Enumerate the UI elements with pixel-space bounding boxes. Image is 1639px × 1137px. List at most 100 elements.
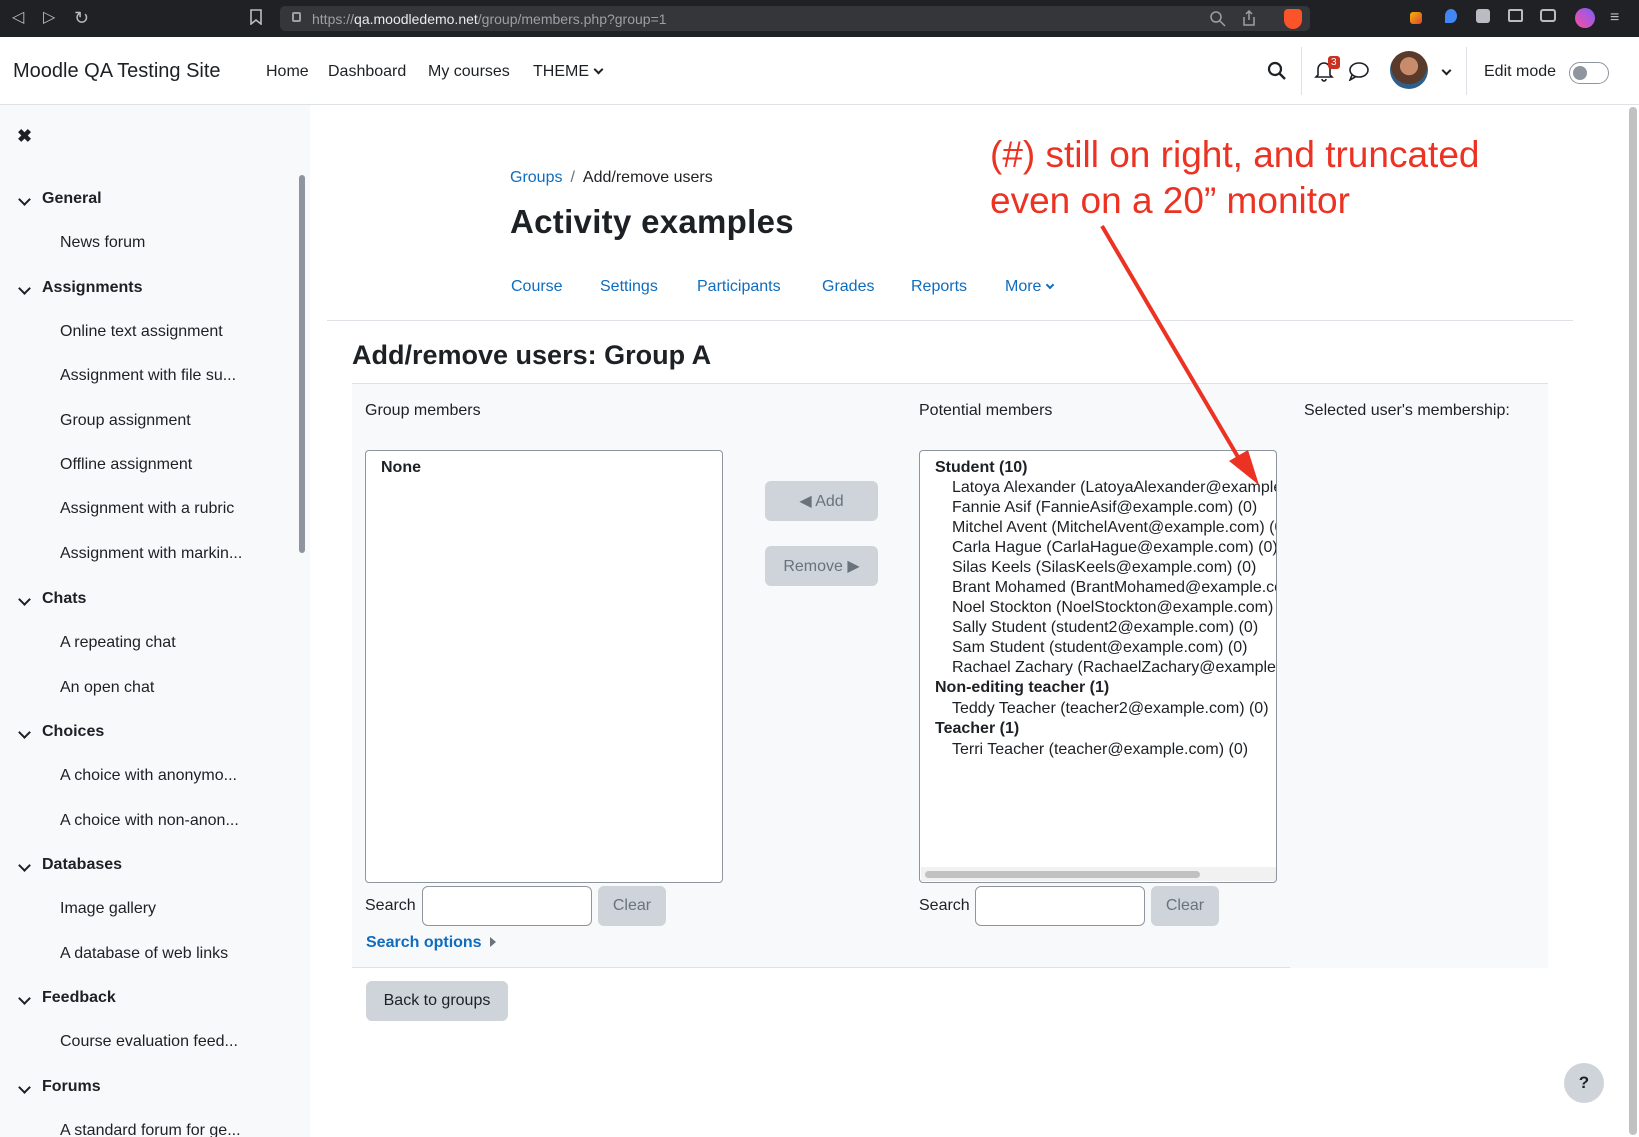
sidebar-item[interactable]: Assignment with a rubric bbox=[60, 500, 234, 518]
sidebar-item[interactable]: A standard forum for ge... bbox=[60, 1122, 241, 1137]
url-text: https://qa.moodledemo.net/group/members.… bbox=[312, 10, 667, 27]
list-item[interactable]: Fannie Asif (FannieAsif@example.com) (0) bbox=[952, 499, 1257, 517]
tab-reports[interactable]: Reports bbox=[911, 278, 967, 296]
search-options-toggle[interactable]: Search options bbox=[366, 934, 496, 952]
list-item[interactable]: Sally Student (student2@example.com) (0) bbox=[952, 619, 1258, 637]
avatar[interactable] bbox=[1390, 51, 1428, 89]
horizontal-scrollbar[interactable] bbox=[921, 867, 1276, 881]
sidebar-item[interactable]: A repeating chat bbox=[60, 634, 176, 652]
potential-members-select[interactable]: Student (10) Latoya Alexander (LatoyaAle… bbox=[919, 450, 1277, 883]
sidebar-section-feedback[interactable]: Feedback bbox=[42, 989, 116, 1007]
list-item[interactable]: Mitchel Avent (MitchelAvent@example.com)… bbox=[952, 519, 1276, 537]
tab-more[interactable]: More bbox=[1005, 278, 1055, 296]
nav-dashboard[interactable]: Dashboard bbox=[328, 63, 406, 81]
group-members-select[interactable]: None bbox=[365, 450, 723, 883]
chevron-down-icon[interactable] bbox=[1441, 65, 1452, 76]
edit-mode-toggle[interactable] bbox=[1569, 62, 1609, 84]
list-item[interactable]: Rachael Zachary (RachaelZachary@example.… bbox=[952, 659, 1276, 677]
page-title: Activity examples bbox=[510, 203, 794, 240]
location-extension-icon[interactable] bbox=[1445, 9, 1457, 23]
breadcrumb-groups-link[interactable]: Groups bbox=[510, 169, 562, 186]
chevron-down-icon[interactable] bbox=[18, 593, 31, 606]
sidebar-item[interactable]: Online text assignment bbox=[60, 323, 223, 341]
list-item[interactable]: Noel Stockton (NoelStockton@example.com)… bbox=[952, 599, 1276, 617]
sidebar-item[interactable]: An open chat bbox=[60, 679, 154, 697]
menu-icon[interactable]: ≡ bbox=[1610, 9, 1619, 27]
sidebar-item[interactable]: Assignment with markin... bbox=[60, 545, 242, 563]
profile-icon[interactable] bbox=[1575, 8, 1595, 28]
tab-participants[interactable]: Participants bbox=[697, 278, 781, 296]
list-item[interactable]: Terri Teacher (teacher@example.com) (0) bbox=[952, 741, 1248, 759]
group-members-search-input[interactable] bbox=[422, 886, 592, 926]
chevron-down-icon[interactable] bbox=[18, 1081, 31, 1094]
edit-mode-label: Edit mode bbox=[1484, 63, 1557, 80]
wallet-icon[interactable] bbox=[1540, 9, 1556, 22]
sidebar-section-general[interactable]: General bbox=[42, 190, 102, 208]
sidebar-section-choices[interactable]: Choices bbox=[42, 723, 104, 741]
nav-theme[interactable]: THEME bbox=[533, 63, 604, 81]
list-item[interactable]: Carla Hague (CarlaHague@example.com) (0) bbox=[952, 539, 1276, 557]
breadcrumb-current: Add/remove users bbox=[582, 169, 713, 186]
reload-icon[interactable]: ↻ bbox=[74, 9, 89, 27]
sidebar-item[interactable]: Group assignment bbox=[60, 412, 191, 430]
sidebar-section-databases[interactable]: Databases bbox=[42, 856, 122, 874]
chevron-down-icon[interactable] bbox=[18, 193, 31, 206]
messages-icon[interactable] bbox=[1348, 61, 1370, 81]
back-to-groups-button[interactable]: Back to groups bbox=[366, 981, 508, 1021]
chevron-down-icon bbox=[593, 64, 604, 75]
sidebar-item[interactable]: Image gallery bbox=[60, 900, 156, 918]
sidebar-item[interactable]: A database of web links bbox=[60, 945, 228, 963]
chevron-down-icon[interactable] bbox=[18, 859, 31, 872]
chevron-down-icon[interactable] bbox=[18, 282, 31, 295]
nav-my-courses[interactable]: My courses bbox=[428, 63, 510, 81]
nav-home[interactable]: Home bbox=[266, 63, 309, 81]
clear-button[interactable]: Clear bbox=[1151, 886, 1219, 926]
tab-course[interactable]: Course bbox=[511, 278, 563, 296]
browser-toolbar: ◁ ▷ ↻ https://qa.moodledemo.net/group/me… bbox=[0, 0, 1639, 37]
sidebar-item[interactable]: Assignment with file su... bbox=[60, 367, 236, 385]
sidebar-item[interactable]: Course evaluation feed... bbox=[60, 1033, 238, 1051]
scrollbar-thumb[interactable] bbox=[1629, 107, 1637, 1135]
tab-grades[interactable]: Grades bbox=[822, 278, 874, 296]
bookmark-icon[interactable] bbox=[250, 9, 262, 25]
close-icon[interactable]: ✖ bbox=[17, 126, 32, 147]
list-item[interactable]: Brant Mohamed (BrantMohamed@example.com)… bbox=[952, 579, 1276, 597]
group-members-form: Group members None ◀ Add Remove ▶ Potent… bbox=[352, 383, 1548, 968]
back-icon[interactable]: ◁ bbox=[12, 9, 24, 27]
sidebar-section-assignments[interactable]: Assignments bbox=[42, 279, 142, 297]
tab-settings[interactable]: Settings bbox=[600, 278, 658, 296]
add-button[interactable]: ◀ Add bbox=[765, 481, 878, 521]
address-bar[interactable]: https://qa.moodledemo.net/group/members.… bbox=[280, 6, 1310, 31]
zoom-icon[interactable] bbox=[1210, 11, 1226, 27]
forward-icon[interactable]: ▷ bbox=[43, 9, 55, 27]
potential-members-search-input[interactable] bbox=[975, 886, 1145, 926]
chevron-down-icon[interactable] bbox=[18, 992, 31, 1005]
page-scrollbar[interactable] bbox=[1627, 105, 1639, 1137]
empty-option: None bbox=[381, 459, 421, 476]
help-button[interactable]: ? bbox=[1564, 1063, 1604, 1103]
share-icon[interactable] bbox=[1242, 10, 1256, 27]
extension-icon[interactable] bbox=[1410, 12, 1422, 24]
scrollbar-thumb[interactable] bbox=[925, 871, 1200, 878]
puzzle-icon[interactable] bbox=[1476, 9, 1490, 23]
search-icon[interactable] bbox=[1267, 61, 1287, 81]
sidebar-section-forums[interactable]: Forums bbox=[42, 1078, 101, 1096]
list-item[interactable]: Sam Student (student@example.com) (0) bbox=[952, 639, 1247, 657]
list-item[interactable]: Silas Keels (SilasKeels@example.com) (0) bbox=[952, 559, 1256, 577]
brave-shield-icon[interactable] bbox=[1284, 9, 1302, 29]
chevron-down-icon[interactable] bbox=[18, 726, 31, 739]
sidebar-item[interactable]: A choice with non-anon... bbox=[60, 812, 239, 830]
sidebar-item[interactable]: News forum bbox=[60, 234, 145, 252]
sidebar-item[interactable]: A choice with anonymo... bbox=[60, 767, 237, 785]
sidebar-section-chats[interactable]: Chats bbox=[42, 590, 86, 608]
sidebar-item[interactable]: Offline assignment bbox=[60, 456, 192, 474]
sidebar-scrollbar[interactable] bbox=[299, 175, 305, 553]
list-item[interactable]: Latoya Alexander (LatoyaAlexander@exampl… bbox=[952, 479, 1276, 497]
site-name[interactable]: Moodle QA Testing Site bbox=[13, 60, 221, 83]
list-item[interactable]: Teddy Teacher (teacher2@example.com) (0) bbox=[952, 700, 1269, 718]
clear-button[interactable]: Clear bbox=[598, 886, 666, 926]
section-heading: Add/remove users: Group A bbox=[352, 340, 712, 370]
option-group: Teacher (1) bbox=[935, 720, 1020, 737]
sidebar-toggle-icon[interactable] bbox=[1508, 9, 1523, 22]
remove-button[interactable]: Remove ▶ bbox=[765, 546, 878, 586]
